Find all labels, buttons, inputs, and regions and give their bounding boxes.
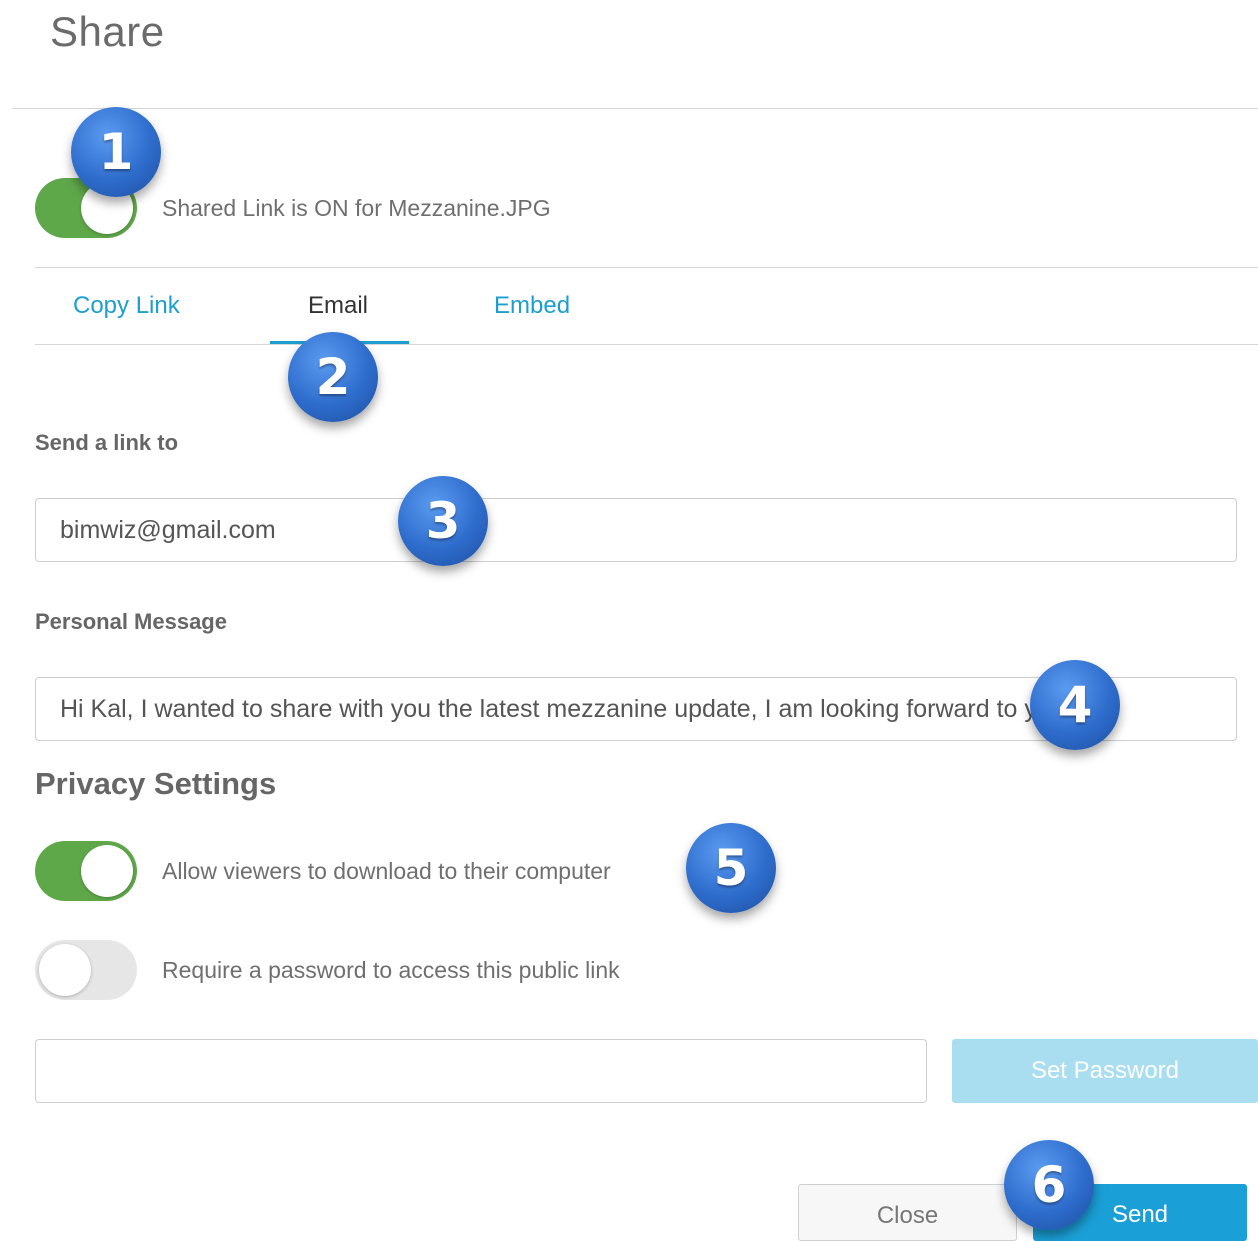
callout-badge-2: 2	[288, 332, 378, 422]
toggle-knob	[39, 944, 91, 996]
tab-email[interactable]: Email	[308, 292, 368, 320]
tabs-divider	[35, 344, 1258, 345]
privacy-settings-title: Privacy Settings	[35, 766, 277, 801]
callout-badge-1: 1	[71, 107, 161, 197]
recipient-email-input[interactable]: bimwiz@gmail.com	[35, 498, 1237, 562]
callout-badge-5: 5	[686, 823, 776, 913]
tab-embed[interactable]: Embed	[494, 292, 570, 320]
callout-badge-3: 3	[398, 476, 488, 566]
close-button[interactable]: Close	[798, 1184, 1017, 1241]
tab-copy-link[interactable]: Copy Link	[73, 292, 180, 320]
dialog-title: Share	[50, 8, 165, 55]
require-password-toggle[interactable]	[35, 940, 137, 1000]
callout-badge-4: 4	[1030, 660, 1120, 750]
require-password-label: Require a password to access this public…	[162, 957, 620, 983]
password-input[interactable]	[35, 1039, 927, 1103]
recipient-label: Send a link to	[35, 430, 179, 455]
shared-link-status-label: Shared Link is ON for Mezzanine.JPG	[162, 195, 551, 221]
personal-message-label: Personal Message	[35, 609, 227, 634]
set-password-button[interactable]: Set Password	[952, 1039, 1258, 1103]
toggle-knob	[81, 845, 133, 897]
header-divider	[12, 108, 1258, 109]
callout-badge-6: 6	[1004, 1140, 1094, 1230]
shared-link-divider	[35, 267, 1258, 268]
allow-download-label: Allow viewers to download to their compu…	[162, 858, 611, 884]
allow-download-toggle[interactable]	[35, 841, 137, 901]
